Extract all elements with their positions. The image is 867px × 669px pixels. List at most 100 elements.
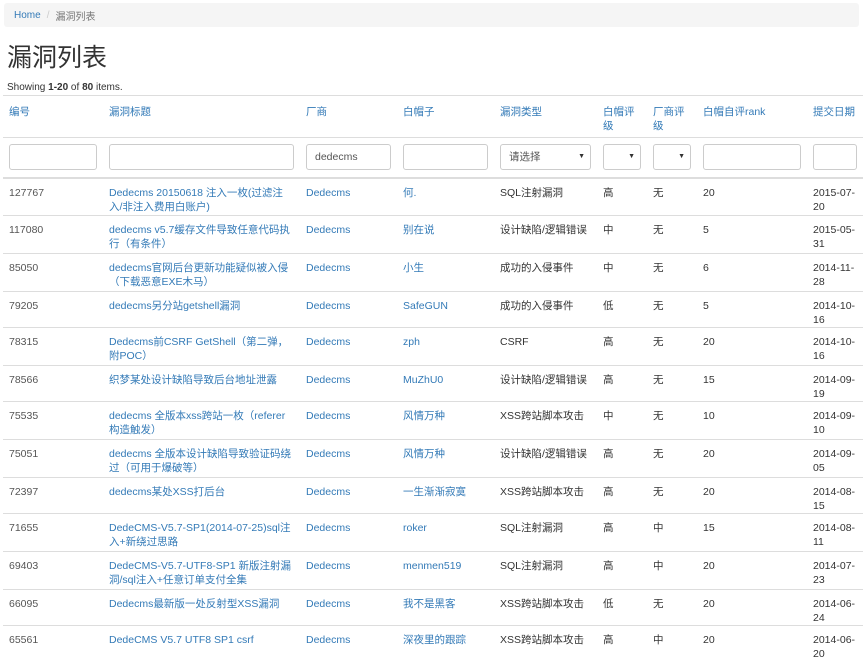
cell-title-link[interactable]: Dedecms最新版一处反射型XSS漏洞: [103, 589, 300, 626]
cell-whitehat-link[interactable]: 别在说: [397, 215, 494, 254]
cell-vendor-link[interactable]: Dedecms: [300, 253, 397, 292]
cell-vendor-rating: 无: [647, 477, 697, 514]
breadcrumb: Home / 漏洞列表: [4, 3, 859, 27]
cell-title-link[interactable]: dedecms官网后台更新功能疑似被入侵（下载恶意EXE木马）: [103, 253, 300, 292]
table-row: 127767 Dedecms 20150618 注入一枚(过滤注入/非注入费用白…: [3, 177, 863, 216]
cell-whitehat-link[interactable]: 一生渐渐寂寞: [397, 477, 494, 514]
cell-rank: 15: [697, 365, 807, 402]
cell-id: 71655: [3, 513, 103, 552]
cell-whitehat-rating: 高: [597, 477, 647, 514]
filter-title-input[interactable]: [109, 144, 294, 170]
cell-title-link[interactable]: DedeCMS-V5.7-UTF8-SP1 新版注射漏洞/sql注入+任意订单支…: [103, 551, 300, 590]
cell-title-link[interactable]: Dedecms前CSRF GetShell（第二弹，附POC）: [103, 327, 300, 366]
col-header-title[interactable]: 漏洞标题: [103, 95, 300, 138]
cell-whitehat-link[interactable]: 风情万种: [397, 401, 494, 440]
summary-range: 1-20: [48, 82, 69, 93]
col-header-vendor-rating[interactable]: 厂商评级: [647, 95, 697, 138]
cell-vendor-link[interactable]: Dedecms: [300, 625, 397, 664]
cell-vendor-link[interactable]: Dedecms: [300, 513, 397, 552]
cell-id: 78566: [3, 365, 103, 402]
cell-title-link[interactable]: dedecms某处XSS打后台: [103, 477, 300, 514]
cell-whitehat-link[interactable]: zph: [397, 327, 494, 366]
cell-vendor-link[interactable]: Dedecms: [300, 589, 397, 626]
breadcrumb-home-link[interactable]: Home: [14, 10, 41, 21]
filter-id-input[interactable]: [9, 144, 97, 170]
cell-rank: 20: [697, 551, 807, 590]
cell-vendor-rating: 无: [647, 291, 697, 328]
cell-vendor-link[interactable]: Dedecms: [300, 291, 397, 328]
cell-vendor-link[interactable]: Dedecms: [300, 477, 397, 514]
cell-vendor-link[interactable]: Dedecms: [300, 401, 397, 440]
cell-type: SQL注射漏洞: [494, 513, 597, 552]
cell-whitehat-rating: 高: [597, 177, 647, 216]
cell-whitehat-link[interactable]: 深夜里的跟踪: [397, 625, 494, 664]
cell-id: 66095: [3, 589, 103, 626]
cell-title-link[interactable]: dedecms v5.7缓存文件导致任意代码执行（有条件）: [103, 215, 300, 254]
cell-whitehat-link[interactable]: roker: [397, 513, 494, 552]
breadcrumb-separator: /: [46, 9, 50, 21]
cell-rank: 20: [697, 625, 807, 664]
cell-type: XSS跨站脚本攻击: [494, 625, 597, 664]
col-header-type[interactable]: 漏洞类型: [494, 95, 597, 138]
cell-whitehat-link[interactable]: 小生: [397, 253, 494, 292]
table-row: 69403 DedeCMS-V5.7-UTF8-SP1 新版注射漏洞/sql注入…: [3, 551, 863, 590]
cell-title-link[interactable]: Dedecms 20150618 注入一枚(过滤注入/非注入费用白账户): [103, 177, 300, 216]
cell-title-link[interactable]: DedeCMS V5.7 UTF8 SP1 csrf: [103, 625, 300, 664]
cell-whitehat-rating: 高: [597, 365, 647, 402]
breadcrumb-current: 漏洞列表: [55, 11, 96, 23]
cell-rank: 15: [697, 513, 807, 552]
cell-vendor-link[interactable]: Dedecms: [300, 365, 397, 402]
cell-vendor-link[interactable]: Dedecms: [300, 551, 397, 590]
col-header-whitehat[interactable]: 白帽子: [397, 95, 494, 138]
cell-id: 75535: [3, 401, 103, 440]
cell-vendor-link[interactable]: Dedecms: [300, 439, 397, 478]
cell-title-link[interactable]: dedecms另分站getshell漏洞: [103, 291, 300, 328]
table-row: 117080 dedecms v5.7缓存文件导致任意代码执行（有条件） Ded…: [3, 215, 863, 254]
filter-type-select[interactable]: 请选择 ▼: [500, 144, 591, 170]
summary-prefix: Showing: [7, 82, 49, 93]
filter-vendor-input[interactable]: dedecms: [306, 144, 391, 170]
cell-rank: 20: [697, 177, 807, 216]
filter-whitehat-input[interactable]: [403, 144, 488, 170]
cell-whitehat-link[interactable]: 风情万种: [397, 439, 494, 478]
cell-whitehat-link[interactable]: MuZhU0: [397, 365, 494, 402]
chevron-down-icon: ▼: [678, 153, 685, 160]
cell-title-link[interactable]: dedecms 全版本设计缺陷导致验证码绕过（可用于爆破等）: [103, 439, 300, 478]
cell-whitehat-link[interactable]: 我不是黑客: [397, 589, 494, 626]
cell-type: 设计缺陷/逻辑错误: [494, 439, 597, 478]
cell-date: 2014-09-05: [807, 439, 863, 478]
cell-title-link[interactable]: dedecms 全版本xss跨站一枚（referer构造触发）: [103, 401, 300, 440]
table-row: 71655 DedeCMS-V5.7-SP1(2014-07-25)sql注入+…: [3, 513, 863, 552]
vulnerability-table: 编号 漏洞标题 厂商 白帽子 漏洞类型 白帽评级 厂商评级 白帽自评rank 提…: [3, 95, 863, 664]
cell-vendor-rating: 无: [647, 253, 697, 292]
filter-cell-title: [103, 137, 300, 179]
col-header-vendor[interactable]: 厂商: [300, 95, 397, 138]
filter-cell-whitehat-rating: ▼: [597, 137, 647, 179]
filter-whitehat-rating-select[interactable]: ▼: [603, 144, 641, 170]
cell-title-link[interactable]: 织梦某处设计缺陷导致后台地址泄露: [103, 365, 300, 402]
col-header-id[interactable]: 编号: [3, 95, 103, 138]
cell-whitehat-link[interactable]: 何.: [397, 177, 494, 216]
filter-rank-input[interactable]: [703, 144, 801, 170]
chevron-down-icon: ▼: [578, 153, 585, 160]
cell-whitehat-link[interactable]: SafeGUN: [397, 291, 494, 328]
cell-whitehat-link[interactable]: menmen519: [397, 551, 494, 590]
filter-type-value: 请选择: [509, 151, 541, 163]
cell-date: 2015-07-20: [807, 177, 863, 216]
cell-vendor-link[interactable]: Dedecms: [300, 327, 397, 366]
cell-vendor-link[interactable]: Dedecms: [300, 177, 397, 216]
cell-title-link[interactable]: DedeCMS-V5.7-SP1(2014-07-25)sql注入+新绕过思路: [103, 513, 300, 552]
table-row: 72397 dedecms某处XSS打后台 Dedecms 一生渐渐寂寞 XSS…: [3, 477, 863, 514]
table-row: 79205 dedecms另分站getshell漏洞 Dedecms SafeG…: [3, 291, 863, 328]
cell-id: 78315: [3, 327, 103, 366]
filter-date-input[interactable]: [813, 144, 857, 170]
col-header-whitehat-rating[interactable]: 白帽评级: [597, 95, 647, 138]
filter-cell-vendor: dedecms: [300, 137, 397, 179]
filter-vendor-rating-select[interactable]: ▼: [653, 144, 691, 170]
table-row: 78566 织梦某处设计缺陷导致后台地址泄露 Dedecms MuZhU0 设计…: [3, 365, 863, 402]
col-header-rank[interactable]: 白帽自评rank: [697, 95, 807, 138]
cell-vendor-rating: 无: [647, 439, 697, 478]
cell-vendor-link[interactable]: Dedecms: [300, 215, 397, 254]
col-header-date[interactable]: 提交日期: [807, 95, 863, 138]
cell-date: 2014-10-16: [807, 327, 863, 366]
